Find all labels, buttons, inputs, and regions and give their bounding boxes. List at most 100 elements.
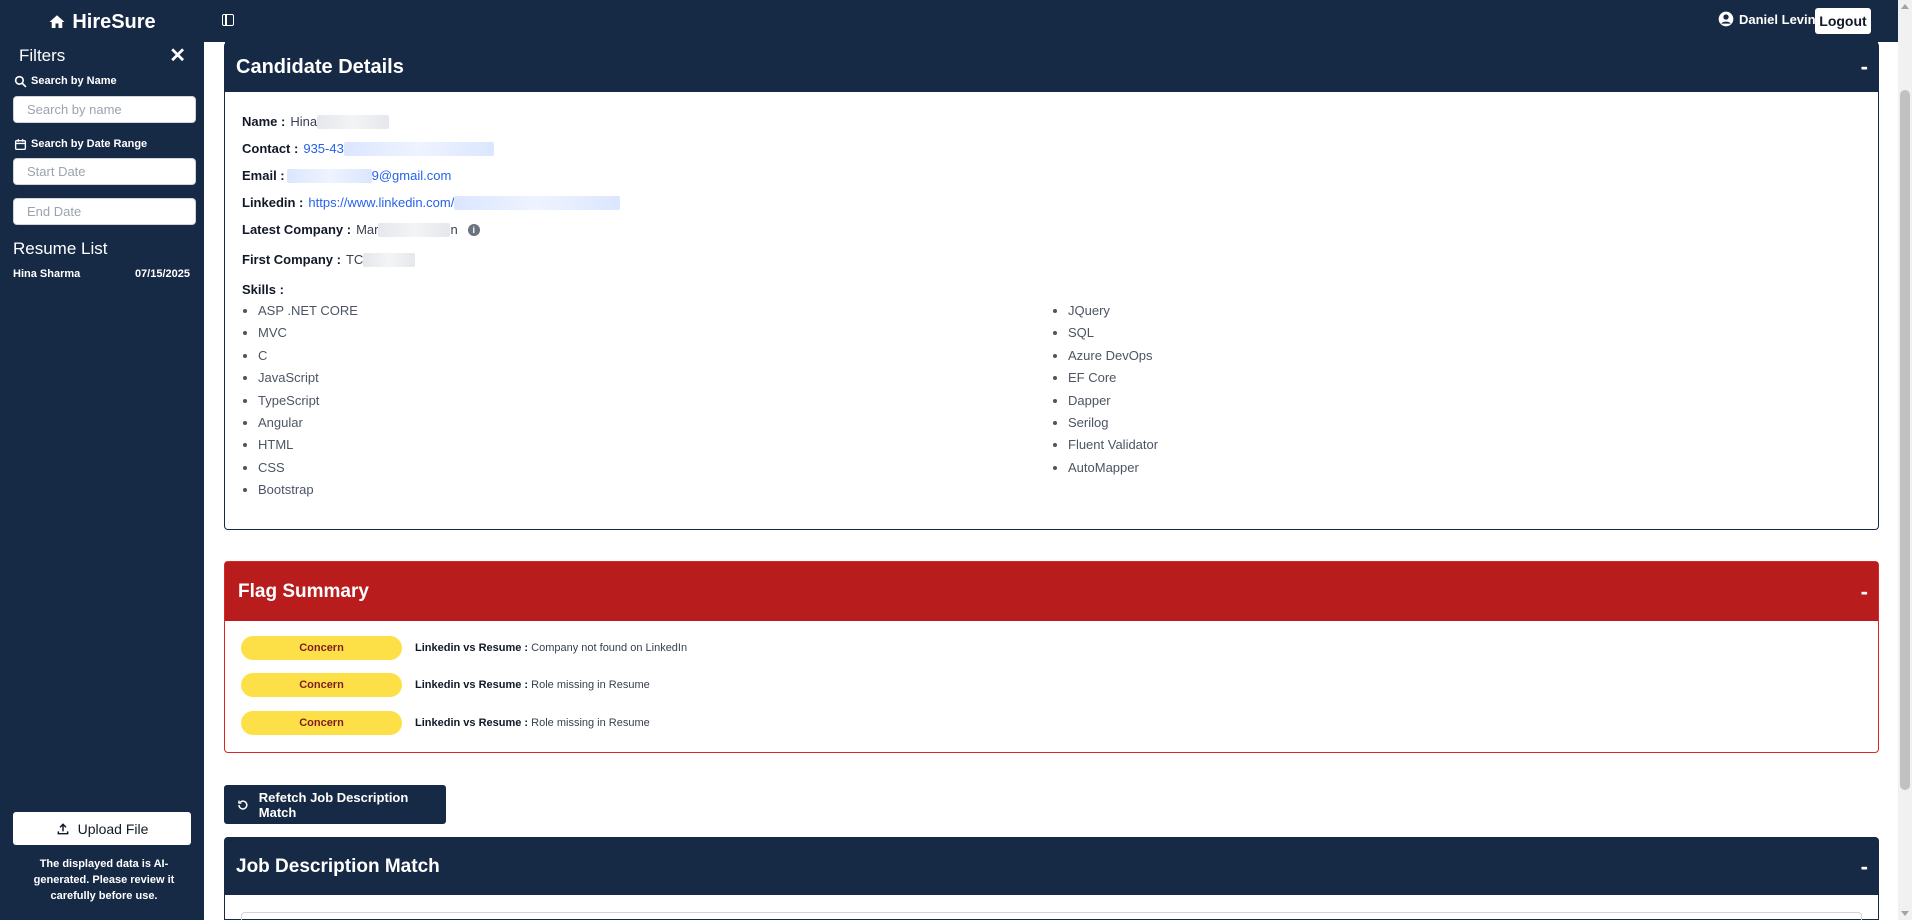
page-scrollbar[interactable] <box>1898 0 1912 920</box>
job-description-match-card: Job Description Match - <box>224 837 1879 920</box>
skill-item: Serilog <box>1068 412 1862 434</box>
start-date-input[interactable] <box>13 158 196 185</box>
calendar-icon <box>14 138 27 150</box>
info-icon[interactable]: i <box>467 223 480 236</box>
concern-badge: Concern <box>241 673 402 698</box>
skill-item: Dapper <box>1068 390 1862 412</box>
end-date-input[interactable] <box>13 198 196 225</box>
date-range-label: Search by Date Range <box>0 135 204 153</box>
first-company-value: TC <box>345 252 364 267</box>
redaction-blur <box>317 114 390 129</box>
home-icon <box>49 15 65 28</box>
flag-summary-title: Flag Summary <box>238 580 369 602</box>
brand[interactable]: HireSure <box>0 0 204 44</box>
filters-header: Filters ✕ <box>0 44 204 68</box>
contact-link[interactable]: 935-43 <box>303 141 343 156</box>
search-icon <box>14 75 27 87</box>
redaction-blur <box>343 141 494 156</box>
redaction-blur <box>363 252 416 267</box>
flag-source: Linkedin vs Resume : <box>415 716 529 729</box>
redaction-blur <box>454 195 621 210</box>
job-description-match-header: Job Description Match - <box>225 838 1878 895</box>
first-company-row: First Company : TC <box>242 246 1862 273</box>
user-name: Daniel Levin <box>1739 11 1816 27</box>
candidate-details-header: Candidate Details - <box>225 42 1878 92</box>
candidate-details-body: Name : Hina Contact : 935-43 Email : 9@g… <box>225 92 1878 502</box>
refresh-icon <box>238 799 248 810</box>
skill-item: EF Core <box>1068 367 1862 389</box>
skills-label: Skills : <box>242 281 284 297</box>
job-description-match-title: Job Description Match <box>236 855 440 877</box>
job-match-content-box <box>241 912 1862 920</box>
refetch-button[interactable]: Refetch Job Description Match <box>224 785 446 824</box>
skill-item: HTML <box>258 434 1052 456</box>
flag-text: Role missing in Resume <box>531 716 650 729</box>
name-row: Name : Hina <box>242 108 1862 135</box>
filters-title: Filters <box>19 46 66 65</box>
flag-row: Concern Linkedin vs Resume : Company not… <box>225 629 1878 667</box>
skills-list: ASP .NET CORE MVC C JavaScript TypeScrip… <box>242 300 1862 502</box>
collapse-button[interactable]: - <box>1861 854 1868 880</box>
user-circle-icon <box>1718 11 1734 27</box>
flag-source: Linkedin vs Resume : <box>415 679 529 692</box>
search-name-label: Search by Name <box>0 72 204 90</box>
skill-item: Azure DevOps <box>1068 345 1862 367</box>
skill-item: MVC <box>258 322 1052 344</box>
flag-text: Company not found on LinkedIn <box>531 641 688 654</box>
skill-item: JQuery <box>1068 300 1862 322</box>
skill-item: CSS <box>258 457 1052 479</box>
skill-item: TypeScript <box>258 390 1052 412</box>
redaction-blur <box>286 168 372 183</box>
sidebar: HireSure Filters ✕ Search by Name Search… <box>0 0 204 920</box>
latest-company-suffix: n <box>450 222 458 237</box>
latest-company-row: Latest Company : Mar n i <box>242 216 1862 243</box>
flag-row: Concern Linkedin vs Resume : Role missin… <box>225 704 1878 742</box>
skills-column-left: ASP .NET CORE MVC C JavaScript TypeScrip… <box>242 300 1052 502</box>
skill-item: SQL <box>1068 322 1862 344</box>
candidate-details-title: Candidate Details <box>236 55 404 78</box>
scroll-up-icon[interactable] <box>1901 4 1909 9</box>
logout-button[interactable]: Logout <box>1815 8 1871 34</box>
user-menu[interactable]: Daniel Levin <box>1718 11 1816 27</box>
scrollbar-thumb[interactable] <box>1900 90 1910 790</box>
flag-text: Role missing in Resume <box>531 679 650 692</box>
resume-date: 07/15/2025 <box>134 268 190 280</box>
collapse-button[interactable]: - <box>1861 579 1868 605</box>
skill-item: AutoMapper <box>1068 457 1862 479</box>
candidate-details-card: Candidate Details - Name : Hina Contact … <box>224 42 1879 530</box>
redaction-blur <box>378 222 451 237</box>
latest-company-value: Mar <box>356 222 379 237</box>
skill-item: Fluent Validator <box>1068 434 1862 456</box>
concern-badge: Concern <box>241 635 402 660</box>
skill-item: JavaScript <box>258 367 1052 389</box>
sidebar-toggle-icon[interactable] <box>222 14 234 26</box>
email-row: Email : 9@gmail.com <box>242 168 452 183</box>
resume-name: Hina Sharma <box>13 268 81 280</box>
email-link[interactable]: 9@gmail.com <box>372 168 452 183</box>
collapse-button[interactable]: - <box>1861 54 1868 80</box>
concern-badge: Concern <box>241 710 402 735</box>
linkedin-row: Linkedin : https://www.linkedin.com/ <box>242 189 1862 216</box>
flag-list: Concern Linkedin vs Resume : Company not… <box>225 621 1878 742</box>
app-name: HireSure <box>72 10 156 33</box>
resume-list-item[interactable]: Hina Sharma 07/15/2025 <box>0 268 204 280</box>
skill-item: C <box>258 345 1052 367</box>
close-icon[interactable]: ✕ <box>169 46 186 66</box>
skill-item: Angular <box>258 412 1052 434</box>
upload-file-button[interactable]: Upload File <box>13 812 191 845</box>
top-bar: Daniel Levin Logout <box>204 0 1912 42</box>
flag-summary-card: Flag Summary - Concern Linkedin vs Resum… <box>224 561 1879 753</box>
upload-icon <box>57 822 68 834</box>
scroll-down-icon[interactable] <box>1901 911 1909 916</box>
flag-source: Linkedin vs Resume : <box>415 641 529 654</box>
contact-row: Contact : 935-43 <box>242 135 1862 162</box>
name-value: Hina <box>290 114 318 129</box>
linkedin-link[interactable]: https://www.linkedin.com/ <box>308 195 454 210</box>
skill-item: ASP .NET CORE <box>258 300 1052 322</box>
search-input[interactable] <box>13 96 196 123</box>
skills-column-right: JQuery SQL Azure DevOps EF Core Dapper S… <box>1052 300 1862 502</box>
flag-summary-header: Flag Summary - <box>225 562 1878 621</box>
flag-row: Concern Linkedin vs Resume : Role missin… <box>225 667 1878 705</box>
resume-list-title: Resume List <box>13 239 108 258</box>
skill-item: Bootstrap <box>258 479 1052 501</box>
